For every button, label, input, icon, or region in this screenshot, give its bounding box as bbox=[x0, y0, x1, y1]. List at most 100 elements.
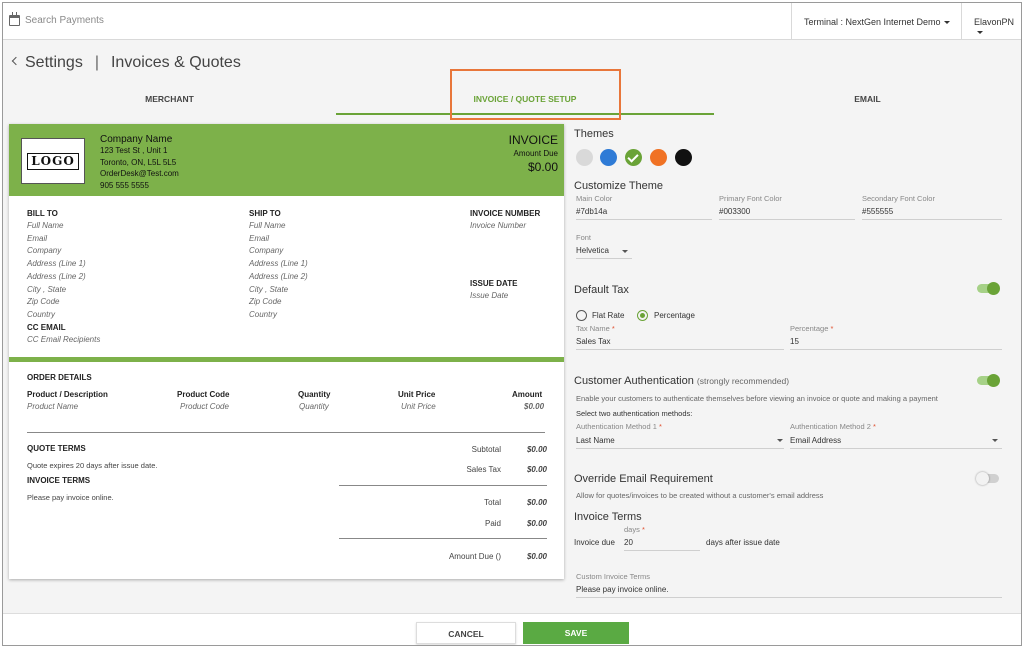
back-link[interactable]: Settings bbox=[11, 54, 83, 71]
invoice-number-block: INVOICE NUMBER Invoice Number bbox=[470, 209, 540, 233]
tax-name-label-text: Tax Name bbox=[576, 324, 610, 333]
theme-swatch-blue[interactable] bbox=[600, 149, 617, 166]
auth-method1-select[interactable]: Last Name bbox=[576, 436, 615, 445]
theme-swatch-green[interactable] bbox=[625, 149, 642, 166]
default-tax-toggle[interactable] bbox=[977, 282, 1000, 295]
theme-swatch-black[interactable] bbox=[675, 149, 692, 166]
page-header: Settings | Invoices & Quotes bbox=[11, 54, 241, 72]
toggle-knob bbox=[976, 472, 989, 485]
page-title: Invoices & Quotes bbox=[110, 54, 241, 71]
percentage-field-label: Percentage * bbox=[790, 324, 833, 333]
flat-rate-radio[interactable] bbox=[576, 310, 587, 321]
account-label: ElavonPN bbox=[974, 17, 1015, 27]
invoice-terms-title: Invoice Terms bbox=[574, 511, 642, 523]
custom-invoice-terms-label: Custom Invoice Terms bbox=[576, 572, 651, 581]
field-underline bbox=[576, 597, 1002, 598]
field-underline bbox=[576, 349, 784, 350]
theme-swatch-orange[interactable] bbox=[650, 149, 667, 166]
ship-to-line: City , State bbox=[249, 284, 289, 294]
invoice-due-prefix: Invoice due bbox=[574, 538, 615, 547]
company-logo: LOGO bbox=[21, 138, 85, 184]
chevron-down-icon bbox=[977, 31, 983, 35]
main-color-input[interactable]: #7db14a bbox=[576, 207, 607, 216]
invoice-due-days-input[interactable]: 20 bbox=[624, 538, 633, 547]
save-button[interactable]: SAVE bbox=[523, 622, 629, 644]
bill-to-line: Company bbox=[27, 246, 62, 256]
field-underline bbox=[862, 219, 1002, 220]
primary-font-color-input[interactable]: #003300 bbox=[719, 207, 750, 216]
calendar-icon[interactable] bbox=[9, 12, 20, 26]
paid-value: $0.00 bbox=[526, 519, 547, 528]
percentage-radio[interactable] bbox=[637, 310, 648, 321]
col-header-product-code: Product Code bbox=[177, 390, 230, 399]
bill-to-line: Address (Line 1) bbox=[27, 259, 86, 269]
chevron-left-icon bbox=[11, 56, 21, 66]
invoice-terms-text: Please pay invoice online. bbox=[27, 493, 114, 502]
ship-to-line: Full Name bbox=[249, 221, 286, 230]
tab-email[interactable]: EMAIL bbox=[714, 85, 1021, 115]
terminal-label: Terminal : NextGen Internet Demo bbox=[804, 17, 941, 27]
required-mark: * bbox=[658, 422, 662, 431]
auth-method2-label-text: Authentication Method 2 bbox=[790, 422, 871, 431]
logo-text: LOGO bbox=[27, 153, 79, 170]
invoice-title: INVOICE bbox=[508, 133, 558, 147]
search-payments-input[interactable]: Search Payments bbox=[25, 15, 104, 26]
divider-line bbox=[339, 485, 547, 486]
cancel-button[interactable]: CANCEL bbox=[416, 622, 516, 644]
font-label: Font bbox=[576, 233, 592, 242]
issue-date-block: ISSUE DATE Issue Date bbox=[470, 279, 517, 303]
ship-to-label: SHIP TO bbox=[249, 209, 281, 218]
invoice-number-label: INVOICE NUMBER bbox=[470, 209, 541, 218]
secondary-font-color-input[interactable]: #555555 bbox=[862, 207, 893, 216]
ship-to-block: SHIP TO Full Name Email Company Address … bbox=[249, 209, 308, 322]
required-mark: * bbox=[611, 324, 615, 333]
tax-name-label: Tax Name * bbox=[576, 324, 615, 333]
col-value-unit-price: Unit Price bbox=[401, 402, 436, 411]
customize-theme-title: Customize Theme bbox=[574, 180, 664, 192]
paid-label: Paid bbox=[484, 519, 501, 528]
bill-to-line: Country bbox=[27, 309, 56, 319]
chevron-down-icon bbox=[622, 250, 628, 253]
days-label: days * bbox=[624, 525, 645, 534]
tax-name-input[interactable]: Sales Tax bbox=[576, 337, 611, 346]
divider-line bbox=[339, 538, 547, 539]
ship-to-line: Address (Line 2) bbox=[249, 271, 308, 281]
auth-method2-select[interactable]: Email Address bbox=[790, 436, 841, 445]
app-frame: Search Payments Terminal : NextGen Inter… bbox=[2, 2, 1022, 646]
custom-invoice-terms-input[interactable]: Please pay invoice online. bbox=[576, 585, 669, 594]
percentage-input[interactable]: 15 bbox=[790, 337, 799, 346]
flat-rate-label: Flat Rate bbox=[592, 311, 625, 320]
field-underline bbox=[576, 258, 632, 259]
bill-to-line: City , State bbox=[27, 284, 67, 294]
tab-merchant[interactable]: MERCHANT bbox=[3, 85, 336, 115]
invoice-terms-label: INVOICE TERMS bbox=[27, 476, 91, 485]
col-value-product: Product Name bbox=[27, 402, 79, 411]
customer-auth-toggle[interactable] bbox=[977, 374, 1000, 387]
invoice-due-suffix: days after issue date bbox=[706, 538, 780, 547]
percentage-field-label-text: Percentage bbox=[790, 324, 829, 333]
field-underline bbox=[624, 550, 700, 551]
bill-to-line: Address (Line 2) bbox=[27, 271, 86, 281]
divider-line bbox=[27, 432, 545, 433]
field-underline bbox=[790, 349, 1002, 350]
required-mark: * bbox=[830, 324, 834, 333]
font-select[interactable]: Helvetica bbox=[576, 246, 609, 255]
total-value: $0.00 bbox=[526, 498, 547, 507]
field-underline bbox=[576, 219, 712, 220]
required-mark: * bbox=[872, 422, 876, 431]
override-email-toggle[interactable] bbox=[976, 472, 999, 485]
amount-due-value: $0.00 bbox=[527, 160, 558, 174]
required-mark: * bbox=[641, 525, 645, 534]
terminal-selector[interactable]: Terminal : NextGen Internet Demo bbox=[791, 3, 961, 40]
field-underline bbox=[719, 219, 855, 220]
back-label: Settings bbox=[25, 54, 83, 71]
cc-email-block: CC EMAIL CC Email Recipients bbox=[27, 323, 100, 347]
account-selector[interactable]: ElavonPN bbox=[961, 3, 1021, 40]
bill-to-label: BILL TO bbox=[27, 209, 58, 218]
theme-swatch-gray[interactable] bbox=[576, 149, 593, 166]
ship-to-line: Country bbox=[249, 309, 278, 319]
quote-terms-label: QUOTE TERMS bbox=[27, 444, 86, 453]
invoice-preview: LOGO Company Name 123 Test St , Unit 1 T… bbox=[9, 124, 564, 579]
secondary-font-color-label: Secondary Font Color bbox=[862, 194, 935, 203]
ship-to-line: Company bbox=[249, 246, 284, 256]
